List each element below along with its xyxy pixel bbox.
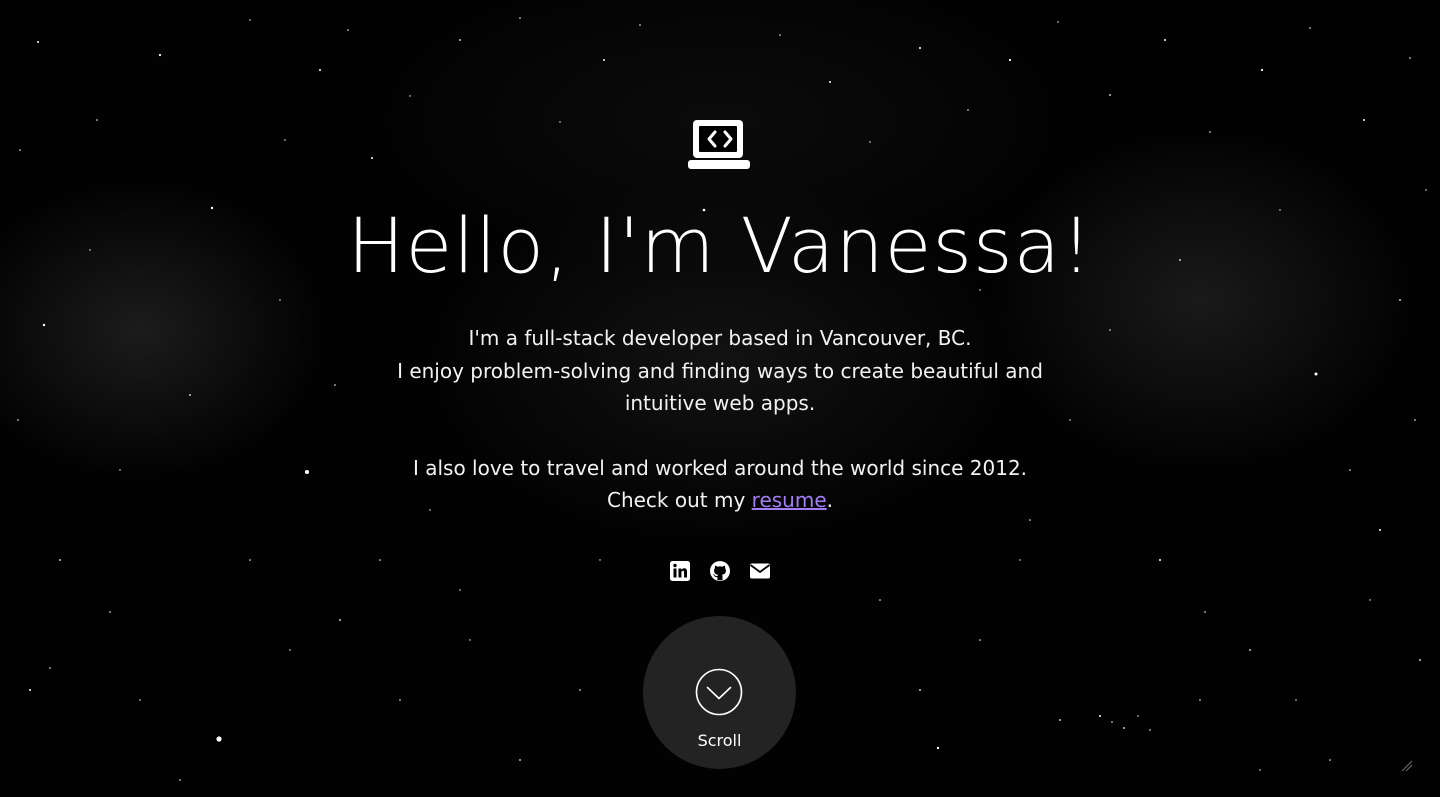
laptop-code-icon [688, 120, 750, 169]
scroll-label: Scroll [697, 731, 742, 750]
scroll-button[interactable]: Scroll [643, 616, 796, 769]
github-icon[interactable] [709, 560, 731, 582]
linkedin-icon[interactable] [669, 560, 691, 582]
chevron-down-circle-icon [695, 668, 743, 716]
bio-spacer [370, 420, 1070, 452]
social-links [0, 560, 1440, 582]
bio-line-interests: I enjoy problem-solving and finding ways… [397, 358, 1043, 416]
bio-line-resume: Check out my resume. [370, 484, 1070, 517]
resume-suffix: . [826, 488, 833, 512]
bio-line-travel: I also love to travel and worked around … [412, 455, 1028, 480]
resume-prefix: Check out my [606, 488, 752, 512]
bio-line-location: I'm a full-stack developer based in Vanc… [468, 326, 972, 350]
corner-resize-icon [1401, 760, 1413, 772]
hero-section: Hello, I'm Vanessa! I'm a full-stack dev… [0, 0, 1440, 797]
resume-link[interactable]: resume [752, 488, 827, 512]
bio-text: I'm a full-stack developer based in Vanc… [370, 322, 1070, 517]
envelope-icon[interactable] [749, 560, 771, 582]
page-title: Hello, I'm Vanessa! [347, 201, 1093, 290]
